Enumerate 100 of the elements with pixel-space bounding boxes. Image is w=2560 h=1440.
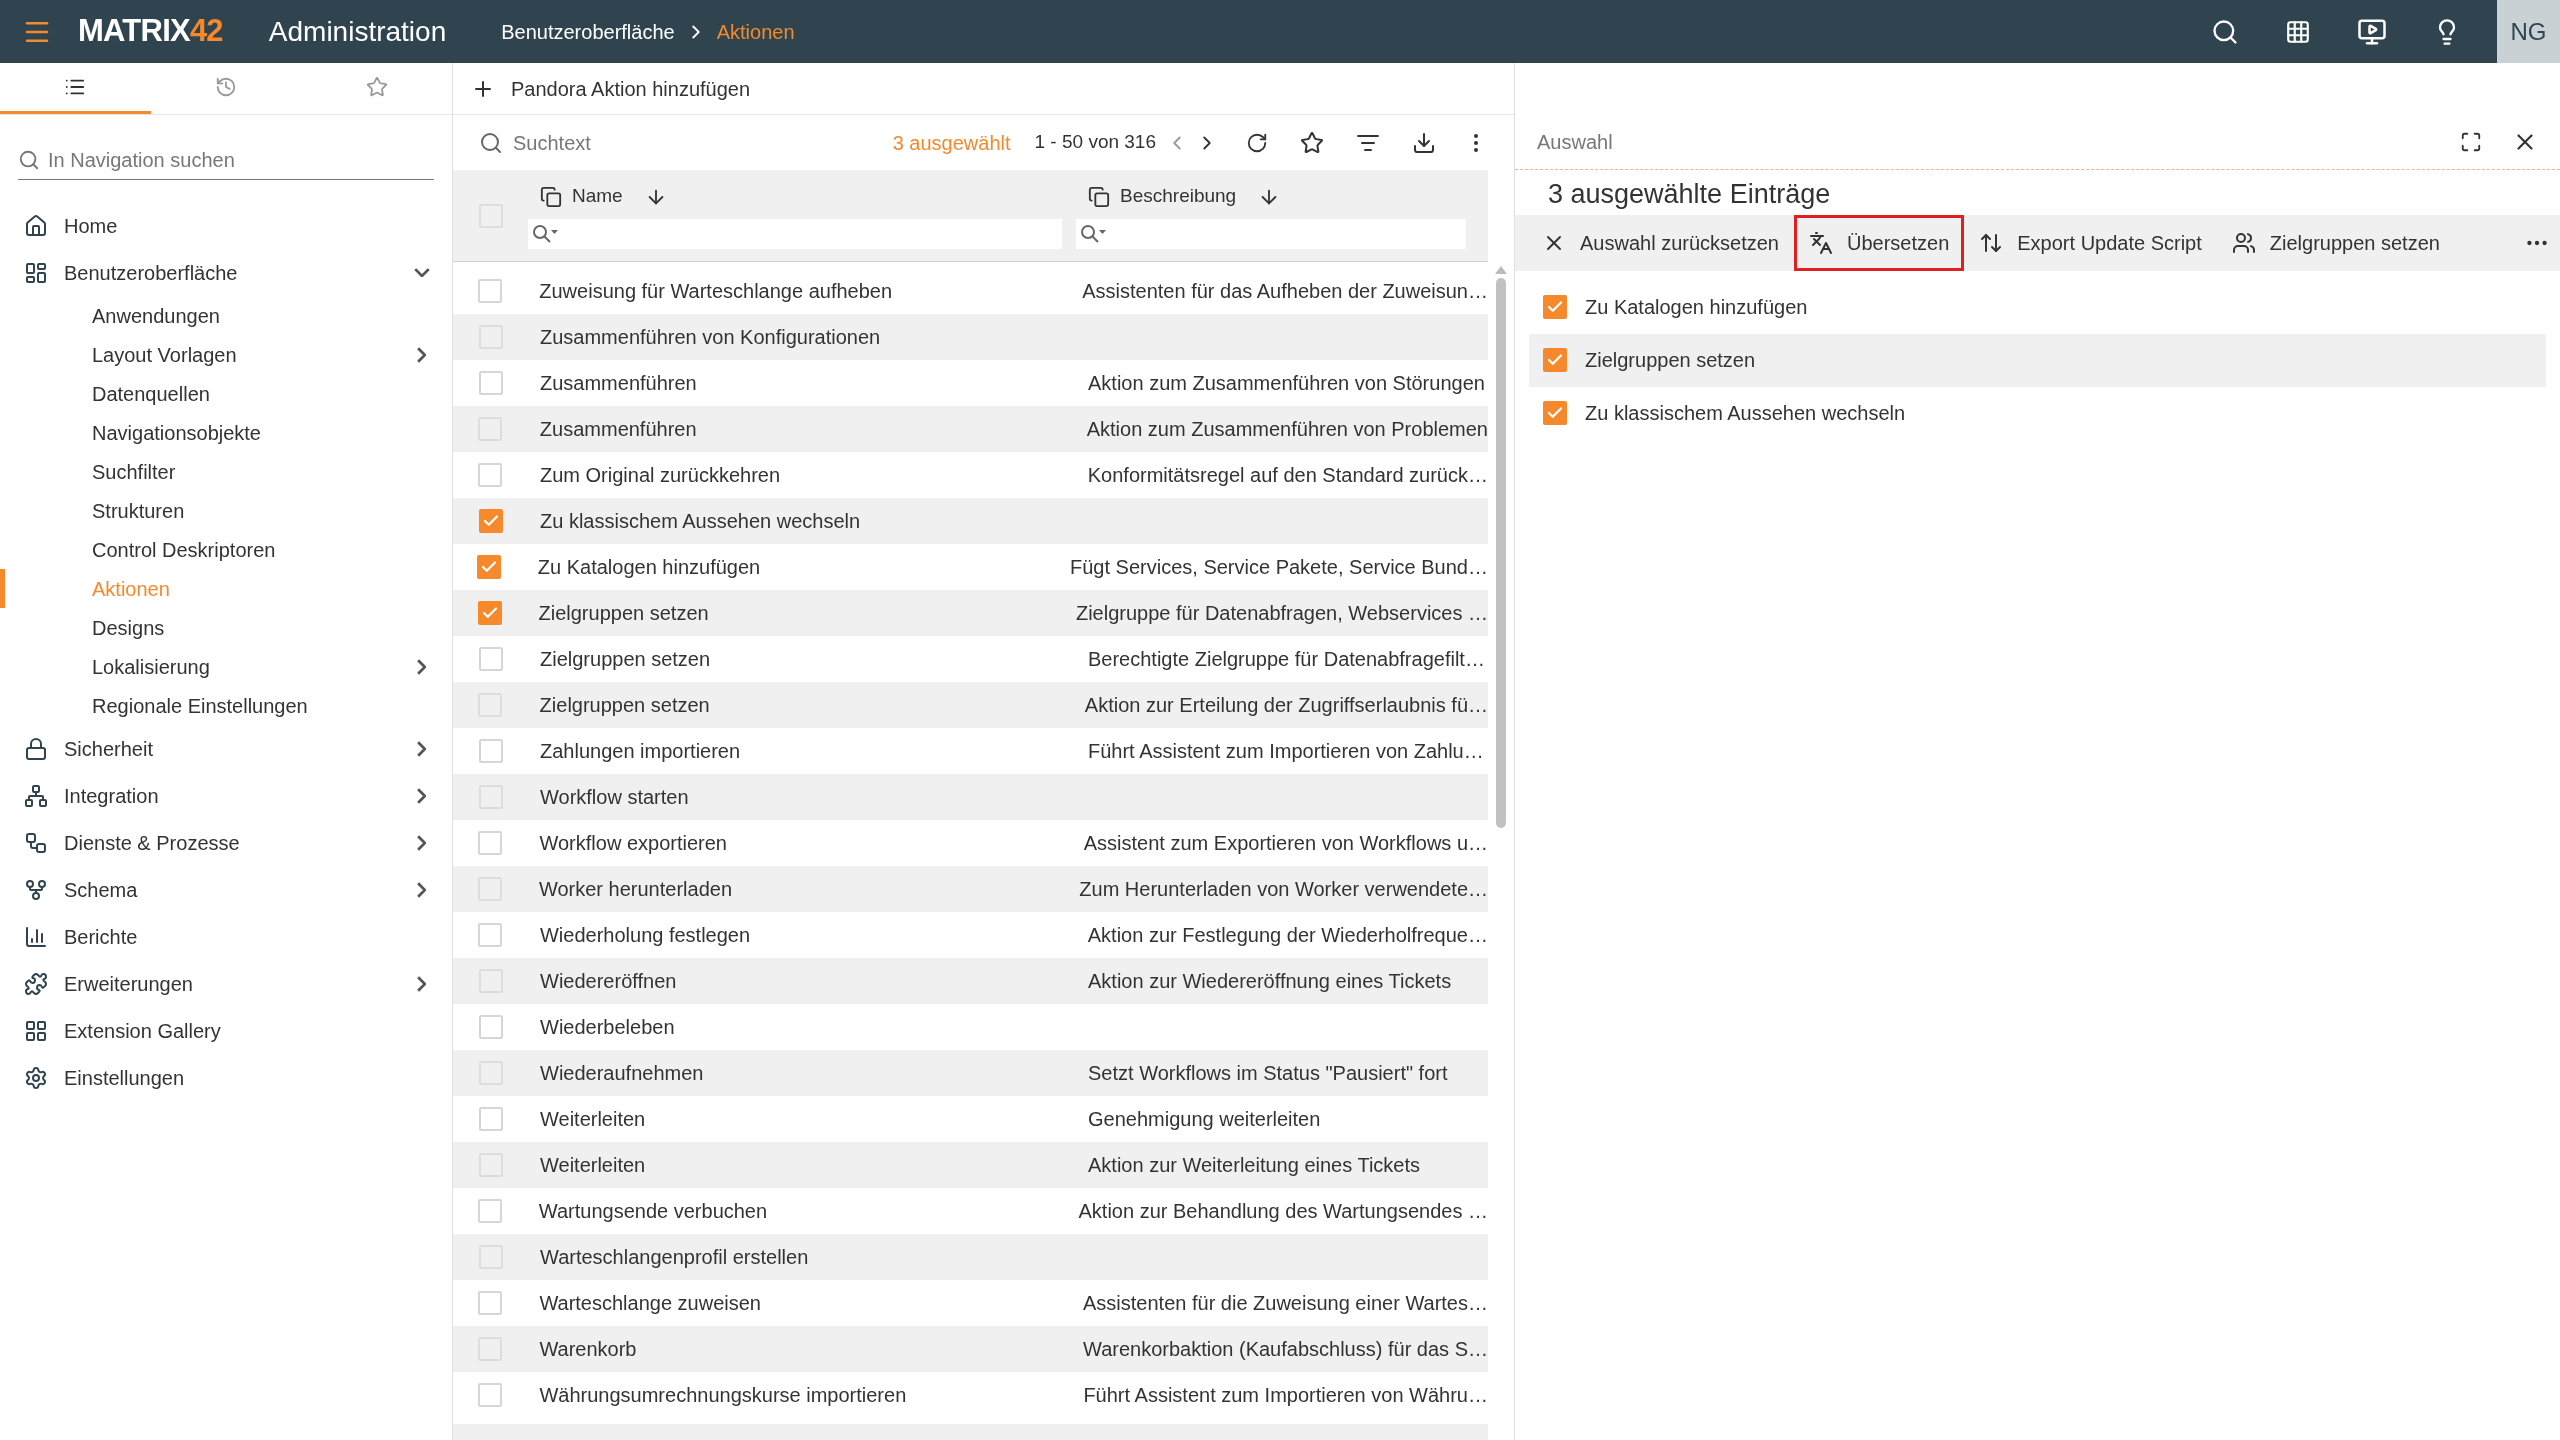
nav-subitem[interactable]: Strukturen <box>0 491 452 530</box>
navigation-search-field[interactable]: In Navigation suchen <box>18 140 434 180</box>
refresh-icon[interactable] <box>1246 131 1268 154</box>
nav-item[interactable]: Schema <box>0 866 452 913</box>
nav-item[interactable]: Erweiterungen <box>0 960 452 1007</box>
search-field[interactable]: Suchtext <box>479 127 879 158</box>
nav-subitem[interactable]: Anwendungen <box>0 296 452 335</box>
apps-grid-icon[interactable] <box>2285 18 2311 45</box>
table-cell-text: Zu klassischem Aussehen wechseln <box>539 509 862 534</box>
table-row[interactable]: Zusammenführen von Konfigurationen <box>453 314 1488 360</box>
network-icon <box>24 783 48 808</box>
table-cell-text: Genehmigung weiterleiten <box>1087 1107 1321 1132</box>
nav-item[interactable]: Benutzeroberfläche <box>0 249 452 296</box>
checkbox[interactable] <box>1543 295 1567 319</box>
search-icon <box>479 130 503 155</box>
table-cell-text: Fügt Services, Service Pakete, Service Bund… <box>1069 555 1488 580</box>
checkbox[interactable] <box>478 371 503 395</box>
chevron-right-icon <box>417 740 426 757</box>
checkbox[interactable] <box>478 1291 503 1315</box>
table-row[interactable]: Zielgruppen setzen Aktion zur Erteilung der Zugriffserlaubnis fü… <box>453 682 1488 728</box>
table-row[interactable]: Workflow starten <box>453 774 1488 820</box>
table-cell-text: Zielgruppe für Datenabfragen, Webservices … <box>1074 601 1488 626</box>
nav-subitem[interactable]: Datenquellen <box>0 374 452 413</box>
column-icon <box>540 185 562 208</box>
selected-item[interactable]: Zielgruppen setzen <box>1529 333 2546 387</box>
table-row[interactable]: Weiterleiten Aktion zur Weiterleitung eines Tickets <box>453 1142 1488 1188</box>
table-cell-text: Zusammenführen von Konfigurationen <box>539 325 882 350</box>
table-cell-text: Assistent zum Exportieren von Workflows u… <box>1082 831 1488 856</box>
table-cell-text: Warenkorb <box>538 1337 638 1362</box>
table-row[interactable]: Wiedereröffnen Aktion zur Wiedereröffnung eines Tickets <box>453 958 1488 1004</box>
checkbox[interactable] <box>477 555 502 579</box>
action-button[interactable]: Übersetzen <box>1794 214 1965 271</box>
table-row[interactable]: Warteschlangenprofil erstellen <box>453 1234 1488 1280</box>
column-header[interactable]: Name <box>572 182 623 211</box>
add-action-button[interactable]: Pandora Aktion hinzufügen <box>471 73 751 104</box>
nav-item[interactable]: Dienste & Prozesse <box>0 819 452 866</box>
table-row[interactable]: Worker herunterladen Zum Herunterladen von Worker verwendete… <box>453 866 1488 912</box>
checkbox[interactable] <box>1543 401 1567 425</box>
table-row[interactable]: Zusammenführen Aktion zum Zusammenführen von Problemen <box>453 406 1488 452</box>
horizontal-scrollbar[interactable] <box>453 1424 1488 1440</box>
table-cell-text: Wiederaufnehmen <box>539 1061 705 1086</box>
nav-subitem[interactable]: Lokalisierung <box>0 647 452 686</box>
checkbox[interactable] <box>478 831 503 855</box>
table-cell-text: Zuweisung für Warteschlange aufheben <box>538 279 894 304</box>
selected-item[interactable]: Zu klassischem Aussehen wechseln <box>1529 386 2546 440</box>
action-button[interactable]: Zielgruppen setzen <box>2216 214 2455 271</box>
nav-subitem[interactable]: Navigationsobjekte <box>0 413 452 452</box>
table-cell-text: Zielgruppen setzen <box>538 693 711 718</box>
table-cell-text: Warenkorbaktion (Kaufabschluss) für das S… <box>1082 1337 1488 1362</box>
nav-subitem[interactable]: Control Deskriptoren <box>0 530 452 569</box>
action-button[interactable]: Auswahl zurücksetzen <box>1527 214 1794 271</box>
column-filter-field[interactable] <box>1076 218 1466 249</box>
star-icon[interactable] <box>1300 130 1324 155</box>
checkbox[interactable] <box>478 509 503 533</box>
table-cell-text: Warteschlangenprofil erstellen <box>539 1245 810 1270</box>
checkbox[interactable] <box>1543 348 1567 372</box>
action-button[interactable]: Export Update Script <box>1964 214 2217 271</box>
nav-subitem[interactable]: Designs <box>0 608 452 647</box>
checkbox[interactable] <box>478 923 503 947</box>
table-row[interactable]: Warenkorb Warenkorbaktion (Kaufabschluss) für das S… <box>453 1326 1488 1372</box>
nav-item[interactable]: Berichte <box>0 913 452 960</box>
checkbox[interactable] <box>478 463 503 487</box>
nav-subitem[interactable]: Suchfilter <box>0 452 452 491</box>
nav-item[interactable]: Einstellungen <box>0 1054 452 1101</box>
breadcrumb-link[interactable]: Aktionen <box>716 16 795 47</box>
checkbox[interactable] <box>478 1383 503 1407</box>
table-cell-text: Zielgruppen setzen <box>539 647 712 672</box>
user-avatar[interactable]: NG <box>2497 0 2560 63</box>
selected-item[interactable]: Zu Katalogen hinzufügen <box>1529 280 2546 334</box>
table-row[interactable]: Wiederaufnehmen Setzt Workflows im Status "Pausiert" fort <box>453 1050 1488 1096</box>
chevron-right-icon <box>417 658 426 675</box>
scrollbar-thumb[interactable] <box>1496 278 1506 828</box>
table-row[interactable]: Zielgruppen setzen Zielgruppe für Datenabfragen, Webservices … <box>453 590 1488 636</box>
checkbox[interactable] <box>478 739 503 763</box>
app-title: Administration <box>268 14 447 49</box>
history-icon <box>215 76 237 98</box>
chevron-down-icon <box>414 268 430 277</box>
checkbox[interactable] <box>478 647 503 671</box>
table-row[interactable]: Zu klassischem Aussehen wechseln <box>453 498 1488 544</box>
checkbox[interactable] <box>478 1107 503 1131</box>
nav-subitem[interactable]: Layout Vorlagen <box>0 335 452 374</box>
checkbox[interactable] <box>478 279 503 303</box>
checkbox[interactable] <box>477 601 502 625</box>
download-icon[interactable] <box>1412 130 1436 155</box>
scroll-up-arrow-icon[interactable] <box>1495 266 1507 274</box>
checkbox[interactable] <box>478 1015 503 1039</box>
nav-item[interactable]: Extension Gallery <box>0 1007 452 1054</box>
search-icon[interactable] <box>2211 17 2239 46</box>
breadcrumb-link[interactable]: Benutzeroberfläche <box>501 16 675 47</box>
nav-item[interactable]: Sicherheit <box>0 725 452 772</box>
nav-subitem[interactable]: Regionale Einstellungen <box>0 686 452 725</box>
nav-item[interactable]: Integration <box>0 772 452 819</box>
table-cell-text: Wiederholung festlegen <box>538 923 752 948</box>
column-filter-field[interactable] <box>528 218 1062 249</box>
column-header[interactable]: Beschreibung <box>1120 182 1237 211</box>
checkbox[interactable] <box>477 1199 502 1223</box>
fullscreen-icon[interactable] <box>2460 131 2482 153</box>
paging-info: 1 - 50 von 316 <box>1034 130 1156 155</box>
selection-count: 3 ausgewählt <box>892 130 1011 156</box>
nav-item[interactable]: Home <box>0 202 452 249</box>
